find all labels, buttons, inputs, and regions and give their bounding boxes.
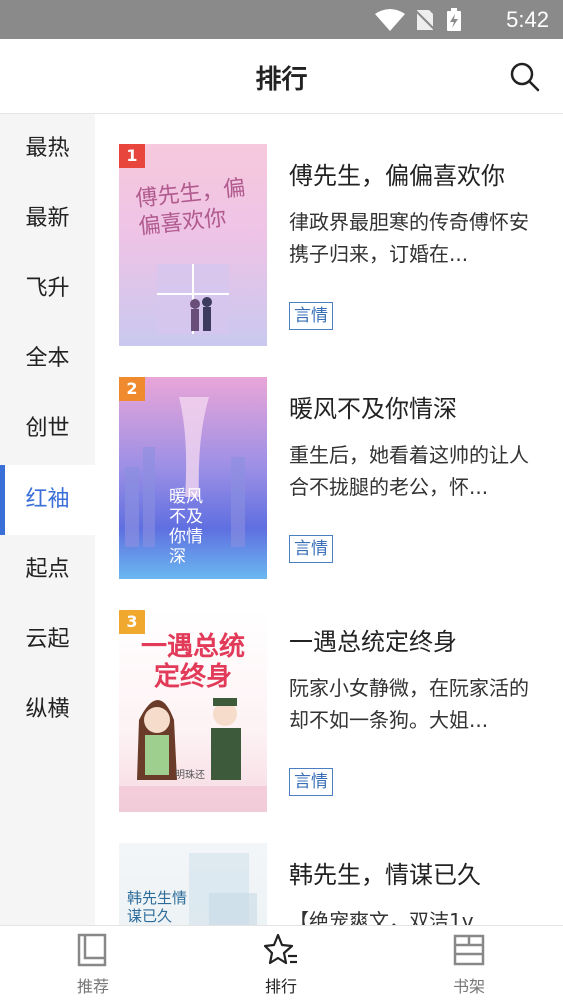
list-item[interactable]: 一遇总统定终身 明珠还 3 一遇总统定终身 阮家小女静微，在阮家活的却不如一条狗… <box>95 580 563 813</box>
sidebar-item-yunqi[interactable]: 云起 <box>0 605 95 675</box>
cover-title: 一遇总统定终身 <box>140 632 245 692</box>
sidebar-item-zuixin[interactable]: 最新 <box>0 184 95 254</box>
book-title[interactable]: 暖风不及你情深 <box>289 389 457 424</box>
category-sidebar: 最热 最新 飞升 全本 创世 红袖 起点 云起 纵横 <box>0 114 95 925</box>
page-title: 排行 <box>255 65 308 95</box>
list-item[interactable]: 傅先生，偏偏喜欢你 1 傅先生，偏偏喜欢你 律政界最胆寒的传奇傅怀安携子归来，订… <box>95 114 563 347</box>
book-cover[interactable]: 傅先生，偏偏喜欢你 1 <box>119 144 267 346</box>
status-bar: 5:42 <box>0 0 563 39</box>
bookshelf-icon <box>453 934 485 966</box>
book-description: 重生后，她看着这帅的让人合不拢腿的老公，怀... <box>289 443 529 499</box>
book-cover[interactable]: 暖风不及你情深 2 <box>119 377 267 579</box>
list-item[interactable]: 暖风不及你情深 2 暖风不及你情深 重生后，她看着这帅的让人合不拢腿的老公，怀.… <box>95 347 563 580</box>
rank-list: 傅先生，偏偏喜欢你 1 傅先生，偏偏喜欢你 律政界最胆寒的传奇傅怀安携子归来，订… <box>95 114 563 925</box>
rank-star-icon <box>264 933 297 965</box>
genre-tag: 言情 <box>289 535 333 563</box>
book-title[interactable]: 一遇总统定终身 <box>289 622 457 657</box>
genre-tag: 言情 <box>289 768 333 796</box>
tab-label: 书架 <box>452 977 485 996</box>
sidebar-item-zongheng[interactable]: 纵横 <box>0 675 95 745</box>
top-bar: 排行 <box>0 39 563 114</box>
genre-tag: 言情 <box>289 302 333 330</box>
rank-badge: 2 <box>119 377 145 401</box>
sidebar-item-chuangshi[interactable]: 创世 <box>0 394 95 464</box>
sidebar-item-qidian[interactable]: 起点 <box>0 535 95 605</box>
wifi-icon <box>375 9 405 31</box>
book-description: 律政界最胆寒的传奇傅怀安携子归来，订婚在... <box>289 210 529 266</box>
book-cover[interactable]: 一遇总统定终身 明珠还 3 <box>119 610 267 812</box>
book-title[interactable]: 韩先生，情谋已久 <box>289 855 481 890</box>
list-item[interactable]: 韩先生情谋已久 韩先生，情谋已久 【绝宠爽文，双洁1v <box>95 813 563 925</box>
cover-title: 韩先生情谋已久 <box>127 889 188 925</box>
search-icon[interactable] <box>509 61 541 93</box>
book-description: 阮家小女静微，在阮家活的却不如一条狗。大姐... <box>289 676 529 732</box>
status-icons <box>375 8 461 31</box>
tab-recommend[interactable]: 推荐 <box>38 926 148 1001</box>
cover-author: 明珠还 <box>175 770 205 781</box>
rank-badge: 3 <box>119 610 145 634</box>
rank-badge: 1 <box>119 144 145 168</box>
sidebar-item-zuire[interactable]: 最热 <box>0 114 95 184</box>
cover-title: 暖风不及你情深 <box>169 487 203 567</box>
sidebar-item-hongxiu[interactable]: 红袖 <box>0 465 95 535</box>
sidebar-item-feisheng[interactable]: 飞升 <box>0 254 95 324</box>
tab-ranking[interactable]: 排行 <box>226 926 336 1001</box>
no-sim-icon <box>414 9 436 31</box>
status-time: 5:42 <box>506 7 549 32</box>
sidebar-item-quanben[interactable]: 全本 <box>0 324 95 394</box>
bottom-tab-bar: 推荐 排行 书架 <box>0 925 563 1001</box>
book-cover[interactable]: 韩先生情谋已久 <box>119 843 267 925</box>
battery-icon <box>447 8 461 31</box>
tab-label: 推荐 <box>76 977 109 996</box>
book-icon <box>77 933 107 967</box>
tab-bookshelf[interactable]: 书架 <box>414 926 524 1001</box>
book-description: 【绝宠爽文，双洁1v <box>289 909 474 925</box>
book-title[interactable]: 傅先生，偏偏喜欢你 <box>289 156 505 191</box>
tab-label: 排行 <box>264 977 297 996</box>
